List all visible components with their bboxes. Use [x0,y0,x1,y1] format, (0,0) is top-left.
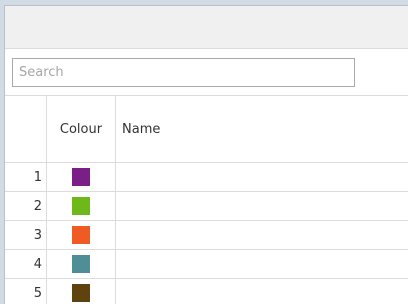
colour-column-header[interactable]: Colour [47,96,116,162]
row-number: 4 [5,250,47,278]
name-column-header[interactable]: Name [116,96,408,162]
colour-cell[interactable] [47,250,116,278]
table-row[interactable]: 3 [5,221,408,250]
table-row[interactable]: 4 [5,250,408,279]
table-row[interactable]: 2 [5,192,408,221]
row-number: 2 [5,192,47,220]
colour-table: Colour Name 1 2 3 4 5 [5,96,408,304]
colour-cell[interactable] [47,192,116,220]
colour-swatch[interactable] [72,255,90,273]
colour-swatch[interactable] [72,197,90,215]
table-header: Colour Name [5,96,408,163]
colour-cell[interactable] [47,163,116,191]
colour-cell[interactable] [47,279,116,304]
header-strip [5,6,408,49]
row-number: 5 [5,279,47,304]
table-row[interactable]: 1 [5,163,408,192]
name-cell[interactable] [116,163,408,191]
search-input[interactable]: Search [12,58,355,87]
name-cell[interactable] [116,221,408,249]
row-number-header [5,96,47,162]
colour-cell[interactable] [47,221,116,249]
colour-swatch[interactable] [72,168,90,186]
colour-list-window: Search Colour Name 1 2 3 4 5 [4,5,408,304]
table-row[interactable]: 5 [5,279,408,304]
name-cell[interactable] [116,192,408,220]
row-number: 3 [5,221,47,249]
search-placeholder: Search [19,65,64,80]
row-number: 1 [5,163,47,191]
colour-swatch[interactable] [72,226,90,244]
name-cell[interactable] [116,279,408,304]
name-cell[interactable] [116,250,408,278]
colour-swatch[interactable] [72,284,90,302]
